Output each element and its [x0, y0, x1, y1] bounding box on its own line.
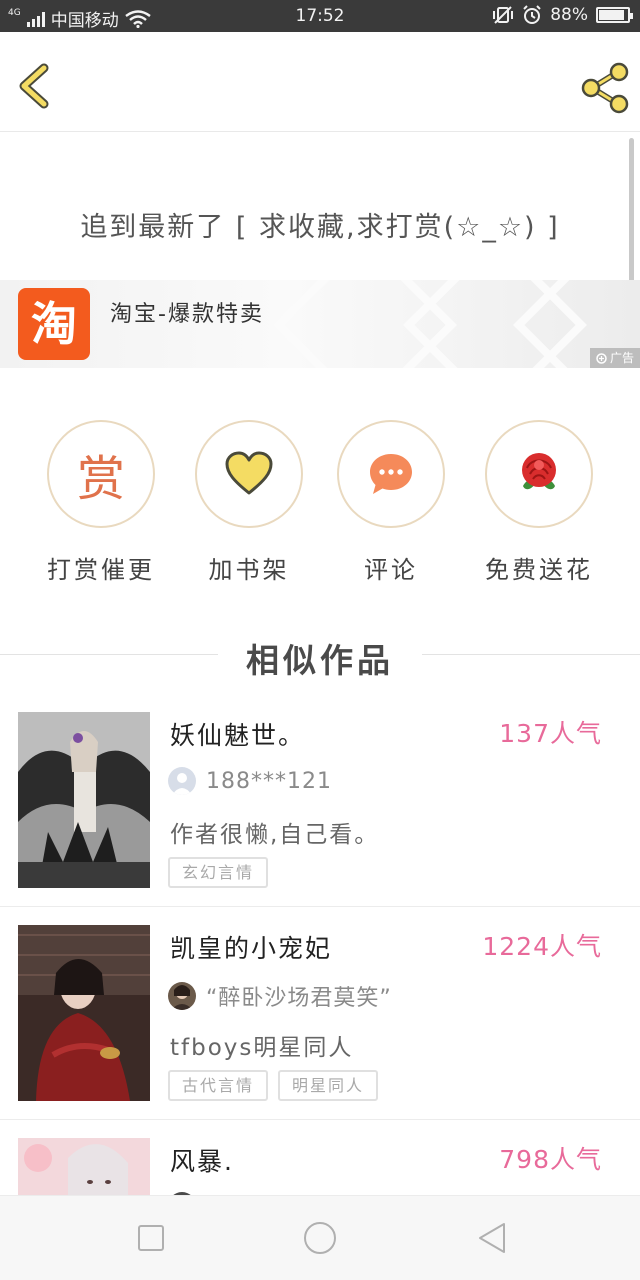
rose-icon [487, 422, 591, 526]
book-description: 作者很懒,自己看。 [170, 822, 380, 848]
heart-icon [197, 422, 301, 526]
status-right: 88% [492, 5, 633, 25]
send-flower-button[interactable]: 免费送花 [464, 420, 614, 585]
comment-circle [337, 420, 445, 528]
tag-list: 玄幻言情 [168, 857, 269, 888]
chevron-left-icon[interactable] [14, 62, 54, 110]
add-to-shelf-button[interactable]: 加书架 [174, 420, 324, 585]
battery-fill [599, 10, 624, 20]
book-title: 凯皇的小宠妃 [170, 934, 333, 963]
genre-tag[interactable]: 玄幻言情 [168, 857, 269, 888]
avatar [168, 982, 196, 1010]
comment-icon [339, 422, 443, 526]
ad-label-text: 广告 [609, 351, 634, 365]
section-title: 相似作品 [246, 641, 394, 680]
reward-button[interactable]: 赏 打赏催更 [26, 420, 176, 585]
ad-circle-icon [596, 352, 607, 364]
system-nav-bar [0, 1195, 640, 1280]
recents-square-icon[interactable] [131, 1218, 171, 1258]
action-label: 加书架 [208, 556, 290, 584]
book-description: tfboys明星同人 [170, 1035, 354, 1061]
vibrate-off-icon [493, 6, 514, 24]
reward-icon: 赏 [49, 422, 153, 526]
popularity-count: 137人气 [499, 719, 602, 748]
genre-tag[interactable]: 明星同人 [278, 1070, 379, 1101]
book-cover [18, 925, 150, 1101]
shelf-circle [195, 420, 303, 528]
chapter-end-text: 追到最新了 [ 求收藏,求打赏(☆_☆) ] [80, 212, 560, 243]
avatar [168, 767, 196, 795]
comment-button[interactable]: 评论 [316, 420, 466, 585]
genre-tag[interactable]: 古代言情 [168, 1070, 269, 1101]
taobao-logo: 淘 [18, 288, 90, 360]
share-icon[interactable] [578, 62, 632, 114]
reward-glyph: 赏 [76, 451, 125, 507]
action-row: 赏 打赏催更 加书架 评论 免费送花 [0, 420, 640, 590]
top-bar [0, 32, 640, 132]
action-label: 评论 [364, 556, 418, 584]
tag-list: 古代言情 明星同人 [168, 1070, 379, 1101]
flower-circle [485, 420, 593, 528]
author-name: “醉卧沙场君莫笑” [206, 986, 392, 1011]
alarm-icon [523, 5, 541, 24]
battery-icon [596, 7, 633, 23]
popularity-count: 798人气 [499, 1145, 602, 1174]
author-row: “醉卧沙场君莫笑” [168, 980, 392, 1012]
ad-label: 广告 [589, 348, 640, 368]
list-item[interactable]: 凯皇的小宠妃 1224人气 “醉卧沙场君莫笑” tfboys明星同人 古代言情 … [0, 925, 640, 1120]
book-title: 风暴. [170, 1147, 234, 1176]
action-label: 打赏催更 [47, 556, 155, 584]
action-label: 免费送花 [485, 556, 593, 584]
author-name: 188***121 [206, 768, 332, 794]
ad-title: 淘宝-爆款特卖 [110, 302, 264, 327]
similar-works-header: 相似作品 [0, 626, 640, 686]
popularity-count: 1224人气 [482, 932, 602, 961]
author-row: 188***121 [168, 767, 332, 795]
list-item[interactable]: 风暴. 798人气 [0, 1138, 640, 1195]
status-bar: 4G 中国移动 17:52 88% [0, 0, 640, 32]
book-cover [18, 712, 150, 888]
ad-banner[interactable]: 淘 淘宝-爆款特卖 广告 [0, 280, 640, 368]
list-item[interactable]: 妖仙魅世。 137人气 188***121 作者很懒,自己看。 玄幻言情 [0, 712, 640, 907]
book-cover [18, 1138, 150, 1195]
book-title: 妖仙魅世。 [170, 721, 306, 750]
home-circle-icon[interactable] [300, 1218, 340, 1258]
back-triangle-icon[interactable] [472, 1218, 512, 1258]
reward-circle: 赏 [47, 420, 155, 528]
battery-percent: 88% [550, 5, 588, 25]
